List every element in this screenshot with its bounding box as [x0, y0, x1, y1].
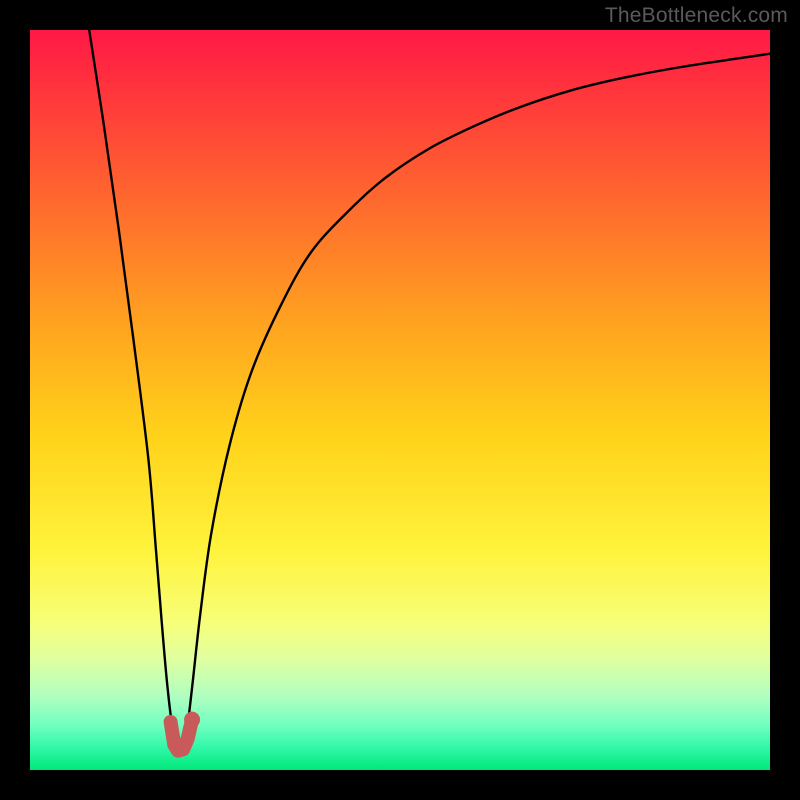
- watermark-text: TheBottleneck.com: [605, 4, 788, 28]
- chart-frame: TheBottleneck.com: [0, 0, 800, 800]
- curve-layer: [30, 30, 770, 770]
- highlight-dot: [184, 712, 200, 728]
- bottleneck-curve: [89, 30, 770, 752]
- plot-area: [30, 30, 770, 770]
